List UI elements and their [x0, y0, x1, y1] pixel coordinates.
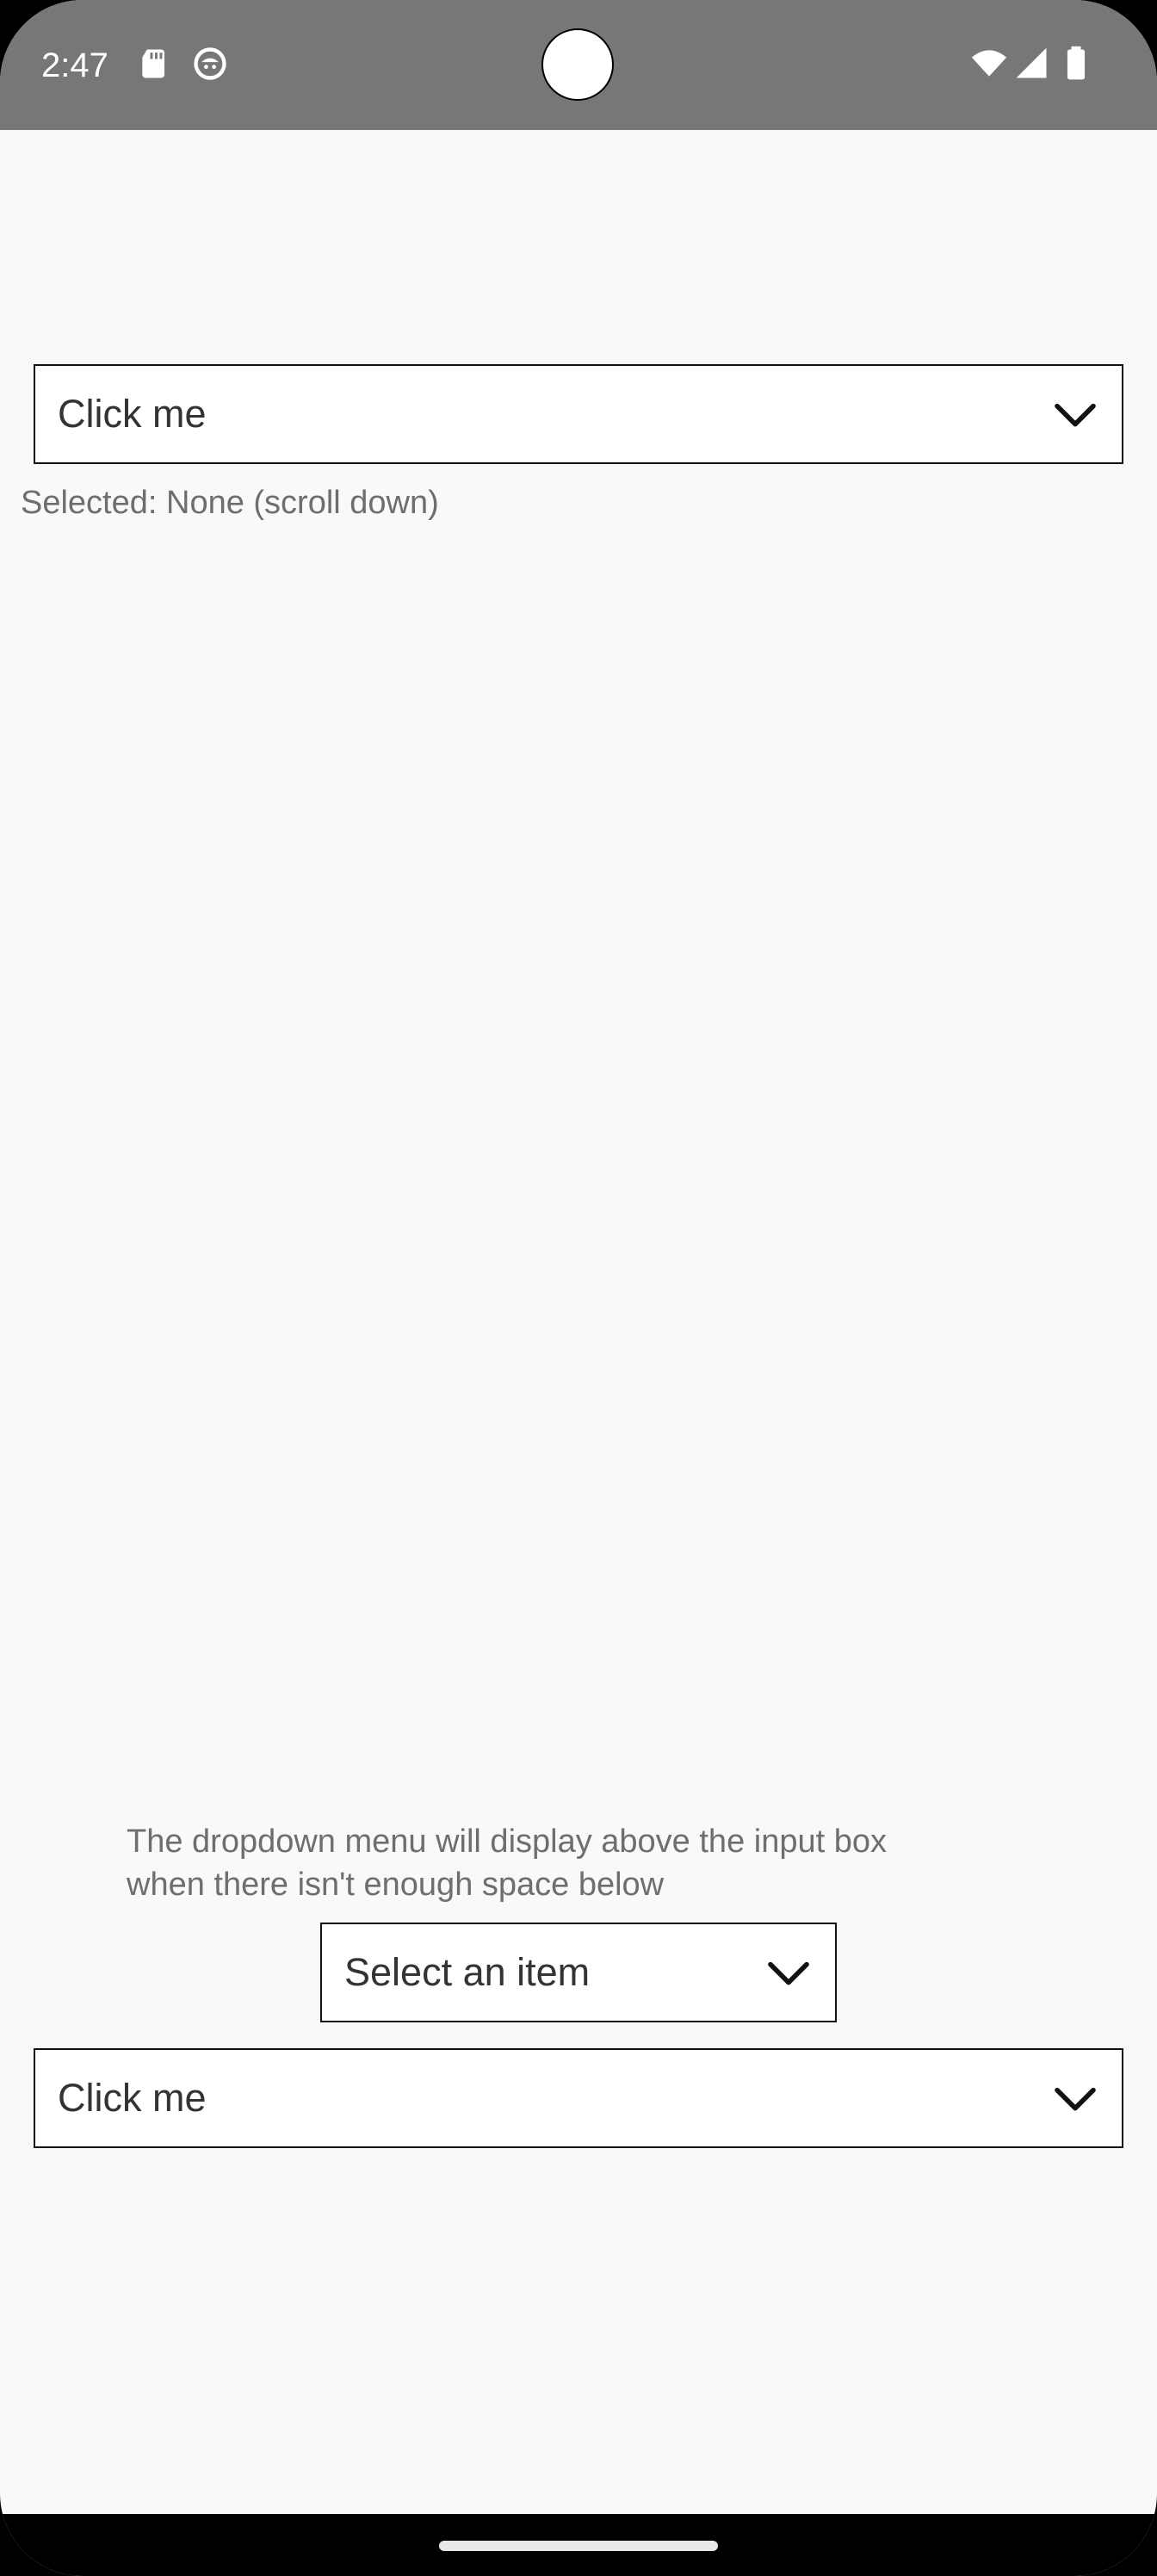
note-line-2: when there isn't enough space below	[127, 1867, 665, 1903]
front-camera	[541, 28, 614, 101]
cell-signal-icon	[1016, 47, 1047, 78]
app-notification-icon	[194, 47, 226, 80]
chevron-down-icon	[1055, 403, 1096, 427]
wifi-icon	[971, 50, 1007, 77]
dropdown-note: The dropdown menu will display above the…	[127, 1820, 1039, 1906]
chevron-down-icon	[768, 1961, 809, 1985]
select-item-dropdown[interactable]: Select an item	[320, 1923, 837, 2022]
bottom-dropdown-label: Click me	[58, 2076, 207, 2120]
note-line-1: The dropdown menu will display above the…	[127, 1824, 887, 1860]
sd-card-icon	[142, 49, 164, 78]
selected-status-text: Selected: None (scroll down)	[21, 485, 439, 521]
battery-icon	[1067, 46, 1086, 80]
home-indicator[interactable]	[439, 2541, 718, 2551]
bottom-dropdown[interactable]: Click me	[34, 2048, 1123, 2148]
chevron-down-icon	[1055, 2087, 1096, 2111]
select-item-dropdown-label: Select an item	[344, 1950, 591, 1994]
top-dropdown-label: Click me	[58, 392, 207, 436]
device-screen: 2:47 Click me Selected: None (scroll dow…	[0, 0, 1157, 2576]
top-dropdown[interactable]: Click me	[34, 364, 1123, 464]
status-bar: 2:47	[0, 0, 1157, 130]
status-time: 2:47	[41, 46, 108, 84]
